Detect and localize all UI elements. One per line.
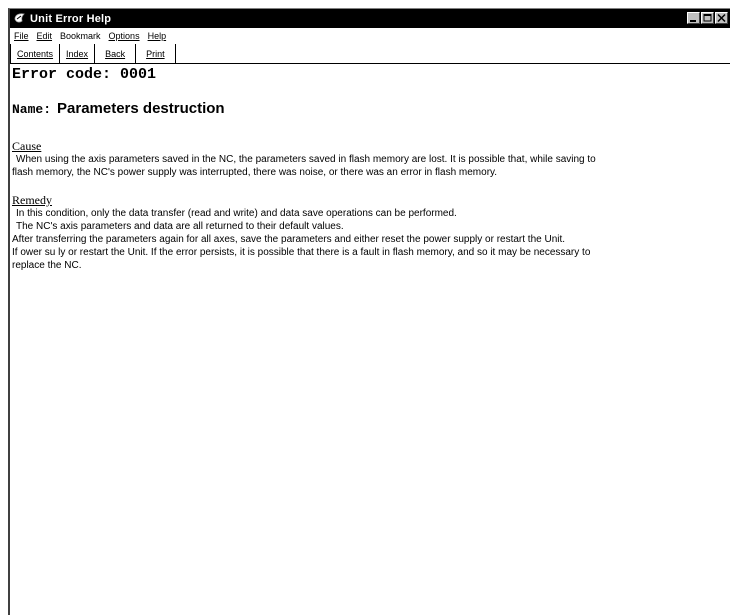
- menu-edit-label: Edit: [36, 31, 53, 41]
- print-button[interactable]: Print: [136, 44, 176, 63]
- menu-options-label: Options: [108, 31, 140, 41]
- remedy-line: The NC's axis parameters and data are al…: [16, 221, 344, 232]
- menu-bookmark[interactable]: Bookmark: [56, 31, 105, 41]
- app-icon: [13, 12, 26, 25]
- menu-edit[interactable]: Edit: [33, 31, 57, 41]
- menu-file-label: File: [14, 31, 29, 41]
- window-title: Unit Error Help: [30, 12, 112, 25]
- contents-button[interactable]: Contents: [10, 44, 61, 63]
- remedy-line: In this condition, only the data transfe…: [16, 208, 457, 219]
- close-button[interactable]: [715, 12, 728, 24]
- error-name-line: Name: Parameters destruction: [12, 100, 724, 117]
- remedy-line: If ower su ly or restart the Unit. If th…: [12, 247, 591, 258]
- error-code-heading: Error code: 0001: [12, 66, 157, 83]
- index-button-label: Index: [66, 48, 89, 59]
- back-button-label: Back: [105, 48, 126, 59]
- back-button[interactable]: Back: [95, 44, 137, 63]
- menu-help[interactable]: Help: [144, 31, 171, 41]
- menu-options[interactable]: Options: [105, 31, 144, 41]
- remedy-line: replace the NC.: [12, 260, 82, 271]
- menu-help-label: Help: [147, 31, 167, 41]
- button-bar: Contents Index Back Print: [10, 44, 730, 64]
- maximize-button[interactable]: [701, 12, 714, 24]
- remedy-line: After transferring the parameters again …: [12, 234, 566, 245]
- title-bar[interactable]: Unit Error Help: [10, 9, 730, 28]
- name-label: Name:: [12, 102, 52, 117]
- menu-file[interactable]: File: [10, 31, 33, 41]
- index-button[interactable]: Index: [60, 44, 96, 63]
- cause-heading: Cause: [12, 139, 42, 153]
- remedy-heading: Remedy: [12, 193, 52, 207]
- minimize-button[interactable]: [687, 12, 700, 24]
- cause-line: When using the axis parameters saved in …: [16, 154, 596, 165]
- help-window: Unit Error Help File Edit Bookmark Optio…: [8, 8, 730, 615]
- help-content: Error code: 0001 Name: Parameters destru…: [12, 65, 724, 272]
- error-name: Parameters destruction: [57, 100, 225, 117]
- cause-line: flash memory, the NC's power supply was …: [12, 167, 498, 178]
- menu-bar: File Edit Bookmark Options Help: [10, 28, 730, 45]
- print-button-label: Print: [146, 48, 165, 59]
- window-controls: [686, 12, 728, 24]
- contents-button-label: Contents: [17, 48, 54, 59]
- menu-bookmark-label: Bookmark: [60, 31, 101, 41]
